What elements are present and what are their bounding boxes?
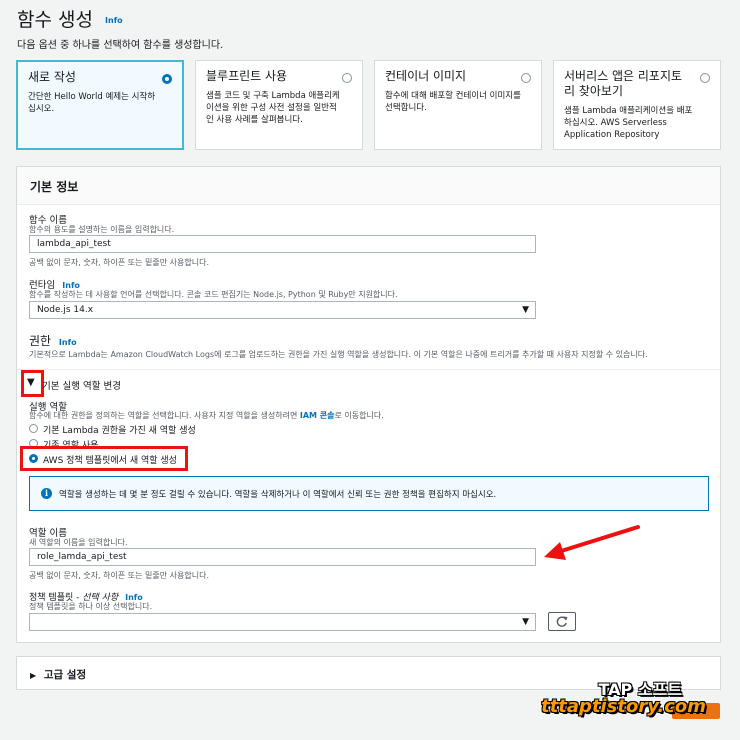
option-radio-selected[interactable] xyxy=(162,74,172,84)
title-info-link[interactable]: Info xyxy=(105,16,123,25)
option-radio[interactable] xyxy=(521,73,531,83)
option-container-image[interactable]: 컨테이너 이미지 함수에 대해 배포할 컨테이너 이미지를 선택합니다. xyxy=(374,60,542,150)
permissions-info-link[interactable]: Info xyxy=(59,338,77,347)
role-option-template-label[interactable]: AWS 정책 템플릿에서 새 역할 생성 xyxy=(43,453,177,466)
permissions-desc: 기본적으로 Lambda는 Amazon CloudWatch Logs에 로그… xyxy=(29,350,648,359)
option-radio[interactable] xyxy=(700,73,710,83)
function-name-desc: 함수의 용도를 설명하는 이름을 입력합니다. xyxy=(29,225,175,234)
watermark-url: tttaptistory.com xyxy=(541,696,706,717)
runtime-select[interactable]: Node.js 14.x ▼ xyxy=(29,301,536,319)
option-author-from-scratch[interactable]: 새로 작성 간단한 Hello World 예제는 시작하십시오. xyxy=(16,60,184,150)
alert-text: 역할을 생성하는 데 몇 분 정도 걸릴 수 있습니다. 역할을 삭제하거나 이… xyxy=(59,490,497,500)
role-name-desc: 새 역할의 이름을 입력합니다. xyxy=(29,538,128,547)
option-serverless-repo[interactable]: 서버리스 앱은 리포지토리 찾아보기 샘플 Lambda 애플리케이션을 배포하… xyxy=(553,60,721,150)
option-radio[interactable] xyxy=(342,73,352,83)
function-name-input[interactable]: lambda_api_test xyxy=(29,235,536,253)
advanced-settings-label: 고급 설정 xyxy=(43,669,87,681)
info-icon: i xyxy=(41,488,52,499)
function-name-hint: 공백 없이 문자, 숫자, 하이픈 또는 밑줄만 사용합니다. xyxy=(29,258,209,267)
page-title: 함수 생성 Info xyxy=(17,9,123,31)
caret-down-icon[interactable]: ▼ xyxy=(27,377,35,388)
role-info-alert: i 역할을 생성하는 데 몇 분 정도 걸릴 수 있습니다. 역할을 삭제하거나… xyxy=(29,476,709,511)
basic-info-heading: 기본 정보 xyxy=(17,167,720,205)
role-name-input[interactable]: role_lamda_api_test xyxy=(29,548,536,566)
role-name-hint: 공백 없이 문자, 숫자, 하이픈 또는 밑줄만 사용합니다. xyxy=(29,571,209,580)
refresh-icon xyxy=(556,616,568,627)
divider xyxy=(17,369,720,370)
red-arrow-icon xyxy=(544,525,640,560)
role-option-basic-radio[interactable] xyxy=(29,424,38,433)
caret-down-icon: ▼ xyxy=(522,305,529,315)
option-blueprint[interactable]: 블루프린트 사용 샘플 코드 및 구축 Lambda 애플리케이션을 위한 구성… xyxy=(195,60,363,150)
refresh-button[interactable] xyxy=(548,612,576,631)
policy-template-desc: 정책 템플릿을 하나 이상 선택합니다. xyxy=(29,602,153,611)
caret-right-icon: ▶ xyxy=(30,671,37,680)
execution-role-desc: 함수에 대한 권한을 정의하는 역할을 선택합니다. 사용자 지정 역할을 생성… xyxy=(29,411,384,420)
page-subtitle: 다음 옵션 중 하나를 선택하여 함수를 생성합니다. xyxy=(17,40,224,51)
iam-console-link[interactable]: IAM 콘솔 xyxy=(300,411,335,420)
role-option-basic-label[interactable]: 기본 Lambda 권한을 가진 새 역할 생성 xyxy=(43,423,196,436)
policy-template-select[interactable]: ▼ xyxy=(29,613,536,631)
runtime-desc: 함수를 작성하는 데 사용할 언어를 선택합니다. 콘솔 코드 편집기는 Nod… xyxy=(29,290,398,299)
permissions-label: 권한 Info xyxy=(29,334,77,348)
caret-down-icon: ▼ xyxy=(522,617,529,627)
role-option-template-radio[interactable] xyxy=(29,454,38,463)
change-role-toggle[interactable]: 기본 실행 역할 변경 xyxy=(42,378,121,392)
